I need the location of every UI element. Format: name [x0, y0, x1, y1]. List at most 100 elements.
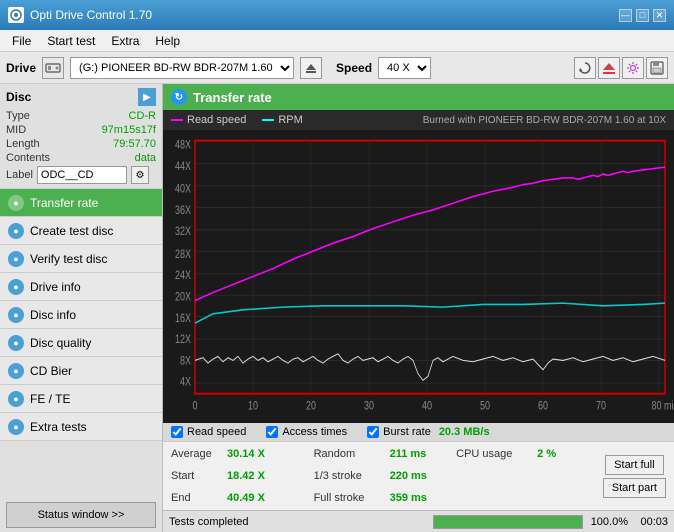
nav-item-transfer-rate[interactable]: ● Transfer rate [0, 189, 162, 217]
legend-rpm-color [262, 119, 274, 121]
eject-button[interactable] [598, 57, 620, 79]
nav-label-disc-info: Disc info [30, 308, 76, 322]
drive-eject-button[interactable] [300, 57, 322, 79]
burst-rate-checkbox[interactable] [367, 426, 379, 438]
nav-label-verify-test-disc: Verify test disc [30, 252, 107, 266]
chart-title: Transfer rate [193, 90, 272, 105]
stat-row-random: Random 211 ms [314, 444, 457, 464]
progress-bar [433, 515, 583, 529]
status-time: 00:03 [628, 516, 668, 528]
svg-text:36X: 36X [175, 204, 191, 218]
start-part-button[interactable]: Start part [603, 478, 666, 498]
save-button[interactable] [646, 57, 668, 79]
svg-text:4X: 4X [180, 376, 191, 390]
nav-label-disc-quality: Disc quality [30, 336, 91, 350]
sidebar-nav: ● Transfer rate ● Create test disc ● Ver… [0, 189, 162, 498]
svg-text:20: 20 [306, 400, 316, 414]
legend-read-speed-color [171, 119, 183, 121]
svg-text:16X: 16X [175, 312, 191, 326]
disc-label-label: Label [6, 169, 33, 181]
maximize-button[interactable]: □ [636, 9, 649, 22]
title-bar: Opti Drive Control 1.70 — □ ✕ [0, 0, 674, 30]
drive-select[interactable]: (G:) PIONEER BD-RW BDR-207M 1.60 [70, 57, 294, 79]
disc-label-input[interactable] [37, 166, 127, 184]
settings-button[interactable] [622, 57, 644, 79]
cpu-label: CPU usage [456, 448, 531, 460]
menu-extra[interactable]: Extra [103, 32, 147, 50]
svg-text:40: 40 [422, 400, 432, 414]
nav-item-create-test-disc[interactable]: ● Create test disc [0, 217, 162, 245]
menu-help[interactable]: Help [147, 32, 188, 50]
checkbox-read-speed[interactable]: Read speed [171, 426, 246, 438]
stat-row-full-stroke: Full stroke 359 ms [314, 488, 457, 508]
cd-bier-icon: ● [8, 363, 24, 379]
nav-label-cd-bier: CD Bier [30, 364, 72, 378]
nav-item-cd-bier[interactable]: ● CD Bier [0, 357, 162, 385]
nav-item-disc-quality[interactable]: ● Disc quality [0, 329, 162, 357]
disc-type-label: Type [6, 110, 30, 122]
nav-item-verify-test-disc[interactable]: ● Verify test disc [0, 245, 162, 273]
transfer-rate-icon: ● [8, 195, 24, 211]
stat-group-1: Average 30.14 X Start 18.42 X End 40.49 … [171, 444, 314, 508]
checkbox-burst-rate[interactable]: Burst rate 20.3 MB/s [367, 426, 489, 438]
close-button[interactable]: ✕ [653, 9, 666, 22]
random-label: Random [314, 448, 384, 460]
checkbox-access-times[interactable]: Access times [266, 426, 347, 438]
start-full-button[interactable]: Start full [605, 455, 663, 475]
toolbar-buttons [574, 57, 668, 79]
disc-arrow-button[interactable]: ▶ [138, 88, 156, 106]
menu-bar: File Start test Extra Help [0, 30, 674, 52]
svg-text:28X: 28X [175, 248, 191, 262]
stat-row-cpu: CPU usage 2 % [456, 444, 599, 464]
speed-select[interactable]: 40 X [378, 57, 431, 79]
nav-label-extra-tests: Extra tests [30, 420, 87, 434]
drive-bar: Drive (G:) PIONEER BD-RW BDR-207M 1.60 S… [0, 52, 674, 84]
drive-label: Drive [6, 61, 36, 75]
stat-row-start: Start 18.42 X [171, 466, 314, 486]
main-content: Disc ▶ Type CD-R MID 97m15s17f Length 79… [0, 84, 674, 532]
chart-svg: 48X 44X 40X 36X 32X 28X 24X 20X 16X 12X … [163, 130, 674, 423]
svg-text:20X: 20X [175, 290, 191, 304]
access-times-checkbox[interactable] [266, 426, 278, 438]
drive-info-icon: ● [8, 279, 24, 295]
progress-percent: 100.0% [591, 516, 628, 528]
nav-item-fe-te[interactable]: ● FE / TE [0, 385, 162, 413]
disc-info-icon: ● [8, 307, 24, 323]
read-speed-checkbox-label: Read speed [187, 426, 246, 438]
average-value: 30.14 X [227, 448, 282, 460]
app-icon [8, 7, 24, 23]
svg-text:60: 60 [538, 400, 548, 414]
verify-test-disc-icon: ● [8, 251, 24, 267]
nav-label-transfer-rate: Transfer rate [30, 196, 98, 210]
read-speed-checkbox[interactable] [171, 426, 183, 438]
disc-label-edit-button[interactable]: ⚙ [131, 166, 149, 184]
disc-length-label: Length [6, 138, 40, 150]
nav-item-drive-info[interactable]: ● Drive info [0, 273, 162, 301]
app-title: Opti Drive Control 1.70 [30, 8, 152, 22]
stat-row-end: End 40.49 X [171, 488, 314, 508]
menu-start-test[interactable]: Start test [39, 32, 103, 50]
menu-file[interactable]: File [4, 32, 39, 50]
stroke-1-3-value: 220 ms [390, 470, 430, 482]
cpu-value: 2 % [537, 448, 572, 460]
speed-label: Speed [336, 61, 372, 75]
disc-quality-icon: ● [8, 335, 24, 351]
stat-buttons: Start full Start part [599, 444, 666, 508]
average-label: Average [171, 448, 221, 460]
disc-title: Disc [6, 90, 31, 104]
disc-mid-value: 97m15s17f [102, 124, 156, 136]
full-stroke-label: Full stroke [314, 492, 384, 504]
full-stroke-value: 359 ms [390, 492, 430, 504]
legend-read-speed-label: Read speed [187, 114, 246, 126]
minimize-button[interactable]: — [619, 9, 632, 22]
nav-item-disc-info[interactable]: ● Disc info [0, 301, 162, 329]
status-window-button[interactable]: Status window >> [6, 502, 156, 528]
nav-label-fe-te: FE / TE [30, 392, 70, 406]
nav-item-extra-tests[interactable]: ● Extra tests [0, 413, 162, 441]
nav-label-create-test-disc: Create test disc [30, 224, 113, 238]
status-text: Tests completed [169, 516, 425, 528]
svg-text:50: 50 [480, 400, 490, 414]
disc-length-value: 79:57.70 [113, 138, 156, 150]
refresh-button[interactable] [574, 57, 596, 79]
chart-icon: ↻ [171, 89, 187, 105]
